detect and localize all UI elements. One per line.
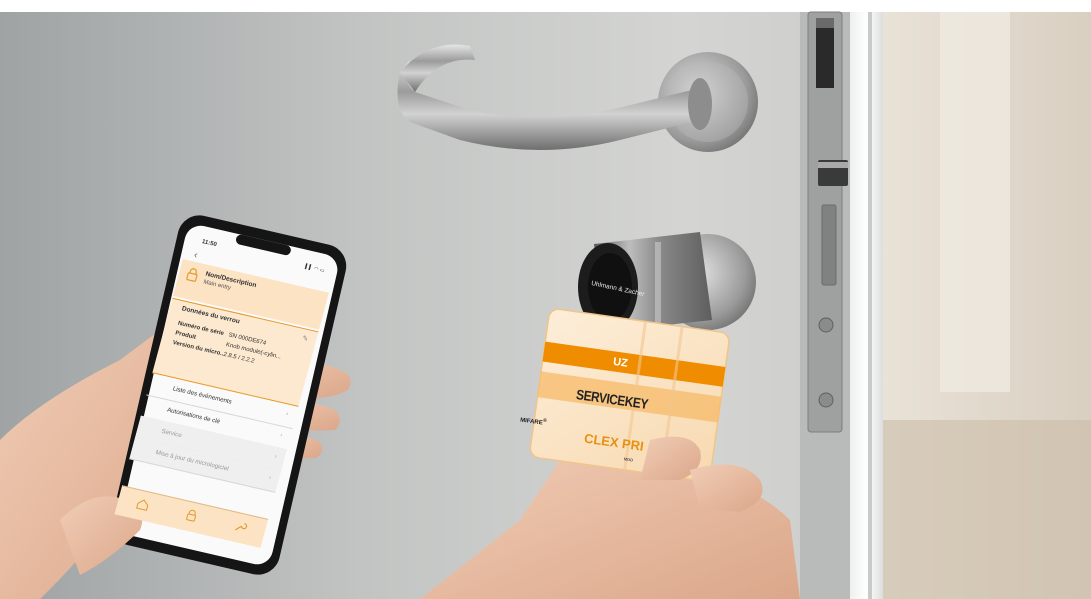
keycard-product: CLEX PRI: [583, 430, 645, 454]
chevron-right-icon: ›: [273, 452, 278, 461]
keycard-chip: MIFARE®: [519, 417, 548, 427]
keycard-print: UZ SERVICEKEY MIFARE® CLEX PRI MOD: [511, 307, 710, 481]
lock-icon: [186, 268, 198, 282]
door-latch: [816, 18, 834, 88]
chevron-right-icon: ›: [279, 431, 284, 439]
wrench-icon[interactable]: [232, 519, 249, 536]
keycard-title: SERVICEKEY: [575, 386, 649, 412]
door-frame: [850, 12, 883, 599]
status-icons: ▍▍ ◠ ▭: [304, 263, 326, 275]
chevron-right-icon: ›: [268, 474, 272, 482]
edit-pencil-icon[interactable]: ✎: [301, 334, 309, 343]
back-icon[interactable]: ‹: [193, 250, 199, 261]
status-time: 11:50: [201, 239, 218, 249]
chevron-right-icon: ›: [285, 410, 289, 418]
lock-tab-icon[interactable]: [183, 507, 200, 524]
photo-scene: Uhlmann & Zacher UZ SERVICEKEY MIFARE® C…: [0, 0, 1091, 599]
home-icon[interactable]: [134, 496, 151, 513]
keycard-brand-code: UZ: [612, 355, 629, 370]
keycard-small-text: MOD: [623, 456, 634, 463]
